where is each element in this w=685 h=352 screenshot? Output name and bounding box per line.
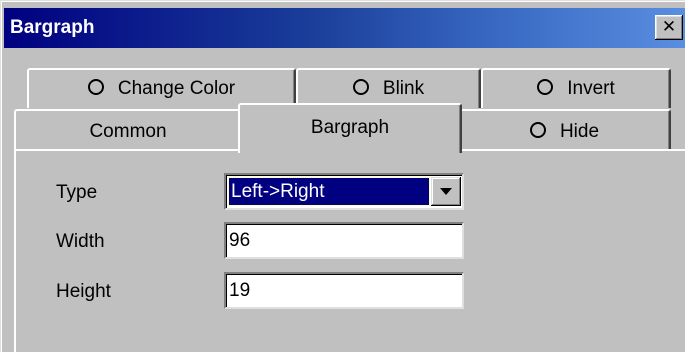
- height-label: Height: [56, 281, 111, 302]
- width-input[interactable]: 96: [224, 222, 464, 259]
- tab-hide[interactable]: Hide: [458, 109, 671, 151]
- radio-icon: [529, 122, 546, 138]
- window-title: Bargraph: [10, 17, 95, 38]
- tab-label: Bargraph: [310, 117, 390, 138]
- tab-common[interactable]: Common: [14, 109, 242, 151]
- height-value: 19: [229, 280, 251, 301]
- bargraph-dialog: Bargraph ✕ Change Color Blink Invert Com…: [0, 0, 685, 352]
- width-label: Width: [56, 231, 105, 252]
- radio-icon: [537, 79, 554, 95]
- tab-label: Hide: [559, 121, 600, 142]
- tab-label: Invert: [567, 78, 615, 99]
- close-button[interactable]: ✕: [655, 15, 683, 40]
- tab-label: Change Color: [117, 78, 236, 99]
- tab-change-color[interactable]: Change Color: [27, 68, 296, 108]
- tab-bargraph[interactable]: Bargraph: [238, 103, 462, 153]
- chevron-down-icon: [440, 188, 452, 195]
- type-value: Left->Right: [231, 181, 325, 202]
- tab-label: Blink: [382, 78, 425, 99]
- tab-invert[interactable]: Invert: [481, 68, 671, 108]
- radio-icon: [352, 79, 369, 95]
- radio-icon: [87, 79, 104, 95]
- type-selected-value: Left->Right: [228, 177, 430, 206]
- tab-blink[interactable]: Blink: [296, 68, 481, 108]
- tab-label: Common: [89, 121, 167, 142]
- dropdown-button[interactable]: [431, 177, 461, 206]
- type-label: Type: [56, 182, 98, 203]
- height-input[interactable]: 19: [224, 272, 464, 309]
- type-select[interactable]: Left->Right: [224, 173, 464, 210]
- width-value: 96: [229, 230, 251, 251]
- title-bar[interactable]: Bargraph ✕: [4, 8, 685, 48]
